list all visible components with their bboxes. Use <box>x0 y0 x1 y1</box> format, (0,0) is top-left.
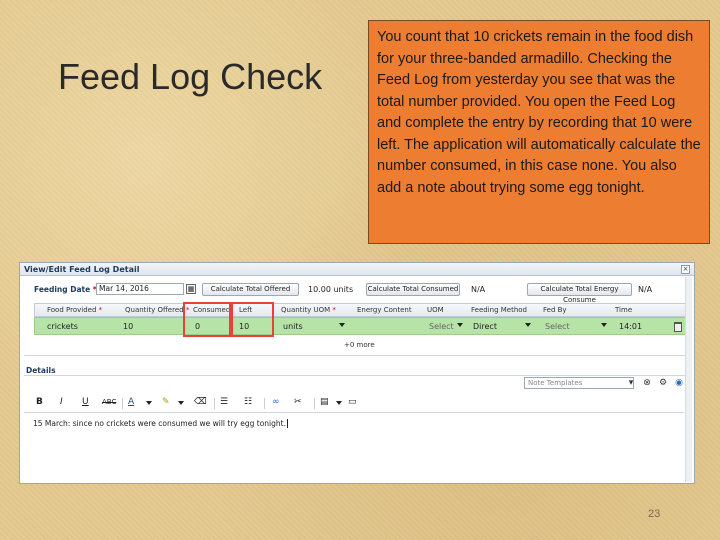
refresh-icon[interactable]: ⊗ <box>642 378 652 388</box>
cell-quantity-uom[interactable]: units <box>283 322 303 331</box>
chevron-down-icon[interactable] <box>601 323 607 327</box>
col-quantity-offered[interactable]: Quantity Offered * <box>125 306 189 314</box>
feed-log-detail-window: View/Edit Feed Log Detail × Feeding Date… <box>19 262 695 484</box>
help-icon[interactable]: ◉ <box>674 378 684 388</box>
col-energy-content[interactable]: Energy Content <box>357 306 412 314</box>
insert-table-button[interactable]: ▤ <box>320 397 329 407</box>
col-fed-by[interactable]: Fed By <box>543 306 567 314</box>
note-editor[interactable]: 15 March: since no crickets were consume… <box>33 419 288 428</box>
page-number: 23 <box>648 508 661 520</box>
details-label: Details <box>26 366 56 375</box>
insert-block-button[interactable]: ▭ <box>348 397 357 407</box>
feeding-date-label: Feeding Date * <box>34 285 97 294</box>
col-quantity-uom[interactable]: Quantity UOM * <box>281 306 336 314</box>
toolbar-separator <box>314 398 315 409</box>
chevron-down-icon[interactable] <box>525 323 531 327</box>
window-title: View/Edit Feed Log Detail <box>24 265 140 274</box>
left-highlight-box <box>231 302 274 337</box>
chevron-down-icon[interactable]: ▾ <box>626 378 636 388</box>
cell-food[interactable]: crickets <box>47 322 78 331</box>
settings-icon[interactable]: ⚙ <box>658 378 668 388</box>
chevron-down-icon[interactable] <box>339 323 345 327</box>
calendar-icon[interactable]: ▦ <box>186 284 196 294</box>
highlight-button[interactable]: ✎ <box>162 397 170 407</box>
trash-icon[interactable] <box>674 322 682 332</box>
note-templates-select[interactable]: Note Templates <box>524 377 634 389</box>
cell-quantity-offered[interactable]: 10 <box>123 322 133 331</box>
cell-uom[interactable]: Select <box>429 322 454 331</box>
close-button[interactable]: × <box>681 265 690 274</box>
toolbar-separator <box>264 398 265 409</box>
chevron-down-icon[interactable] <box>457 323 463 327</box>
col-time[interactable]: Time <box>615 306 632 314</box>
calculate-total-consumed-button[interactable]: Calculate Total Consumed <box>366 283 460 296</box>
cell-time[interactable]: 14:01 <box>619 322 642 331</box>
divider <box>24 355 692 356</box>
total-consumed-value: N/A <box>471 285 486 294</box>
clear-format-button[interactable]: ⌫ <box>194 397 207 407</box>
consumed-highlight-box <box>183 302 231 337</box>
col-food-provided[interactable]: Food Provided * <box>47 306 102 314</box>
table-row[interactable]: crickets 10 0 10 units Select Direct Sel… <box>34 317 689 335</box>
toolbar-separator <box>214 398 215 409</box>
link-button[interactable]: ∞ <box>272 397 280 407</box>
window-header: View/Edit Feed Log Detail × <box>20 263 694 276</box>
total-offered-value: 10.00 units <box>308 285 354 294</box>
col-feeding-method[interactable]: Feeding Method <box>471 306 527 314</box>
chevron-down-icon[interactable] <box>178 401 184 405</box>
italic-button[interactable]: I <box>60 397 63 407</box>
text-cursor <box>286 419 288 428</box>
chevron-down-icon[interactable] <box>336 401 342 405</box>
scrollbar[interactable] <box>685 277 692 482</box>
total-energy-value: N/A <box>638 285 653 294</box>
toolbar-separator <box>122 398 123 409</box>
underline-button[interactable]: U <box>82 397 89 407</box>
grid-header: Food Provided * Quantity Offered * Consu… <box>34 303 689 317</box>
more-rows-link[interactable]: +0 more <box>344 341 375 349</box>
numbered-list-button[interactable]: ☷ <box>244 397 252 407</box>
instruction-callout: You count that 10 crickets remain in the… <box>368 20 710 244</box>
cell-fed-by[interactable]: Select <box>545 322 570 331</box>
strikethrough-button[interactable]: ABC <box>102 398 116 406</box>
cell-feeding-method[interactable]: Direct <box>473 322 497 331</box>
divider <box>24 375 692 376</box>
slide-title: Feed Log Check <box>58 56 323 97</box>
bold-button[interactable]: B <box>36 397 43 407</box>
chevron-down-icon[interactable] <box>146 401 152 405</box>
calculate-total-energy-button[interactable]: Calculate Total Energy Consume <box>527 283 632 304</box>
bulleted-list-button[interactable]: ☰ <box>220 397 228 407</box>
unlink-button[interactable]: ✂ <box>294 397 302 407</box>
editor-toolbar: B I U ABC A ✎ ⌫ ☰ ☷ ∞ ✂ ▤ ▭ <box>24 393 684 413</box>
calculate-total-offered-button[interactable]: Calculate Total Offered <box>202 283 299 296</box>
col-uom[interactable]: UOM <box>427 306 444 314</box>
feeding-date-input[interactable]: Mar 14, 2016 <box>96 283 184 295</box>
font-color-button[interactable]: A <box>128 397 134 407</box>
